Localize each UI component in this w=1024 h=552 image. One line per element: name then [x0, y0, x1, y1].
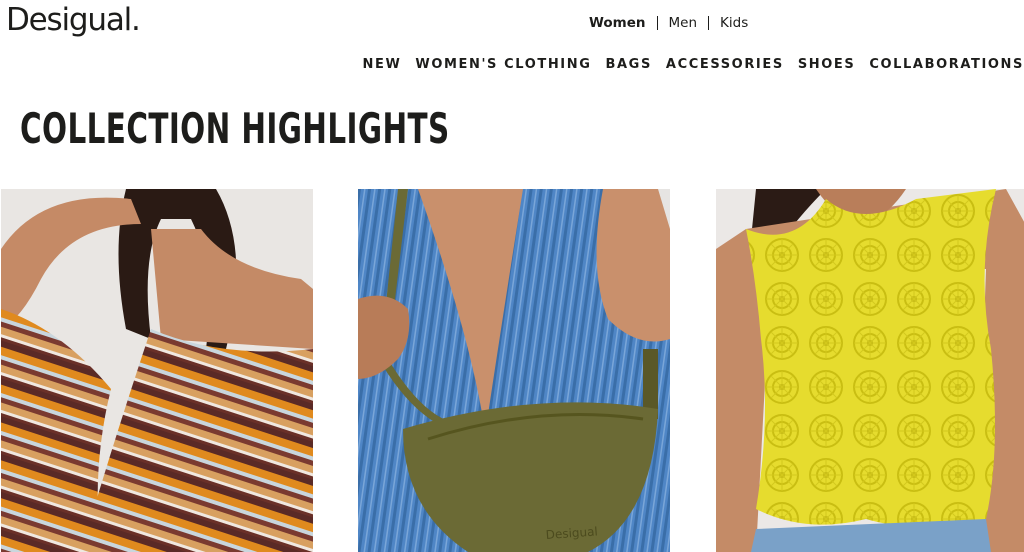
nav-item-bags[interactable]: BAGS — [606, 57, 652, 72]
gender-nav: Women Men Kids — [589, 15, 748, 31]
product-image: Desigual — [358, 189, 670, 552]
gender-tab-men[interactable]: Men — [669, 15, 698, 31]
product-image — [1, 189, 313, 552]
nav-item-new[interactable]: NEW — [362, 57, 401, 72]
gender-tab-women[interactable]: Women — [589, 15, 646, 31]
page-title: COLLECTION HIGHLIGHTS — [20, 104, 450, 153]
product-image — [716, 189, 1024, 552]
product-card-striped-dress[interactable] — [1, 189, 313, 552]
divider — [708, 16, 710, 30]
main-nav: NEW WOMEN'S CLOTHING BAGS ACCESSORIES SH… — [362, 57, 1024, 72]
divider — [656, 16, 658, 30]
nav-item-shoes[interactable]: SHOES — [798, 57, 856, 72]
nav-item-collaborations[interactable]: COLLABORATIONS — [869, 57, 1024, 72]
product-card-crossbody-bag[interactable]: Desigual — [358, 189, 670, 552]
product-card-crochet-top[interactable] — [716, 189, 1024, 552]
nav-item-accessories[interactable]: ACCESSORIES — [666, 57, 784, 72]
nav-item-womens-clothing[interactable]: WOMEN'S CLOTHING — [415, 57, 591, 72]
desigual-logo[interactable]: Desigual. — [6, 2, 141, 38]
gender-tab-kids[interactable]: Kids — [720, 15, 748, 31]
